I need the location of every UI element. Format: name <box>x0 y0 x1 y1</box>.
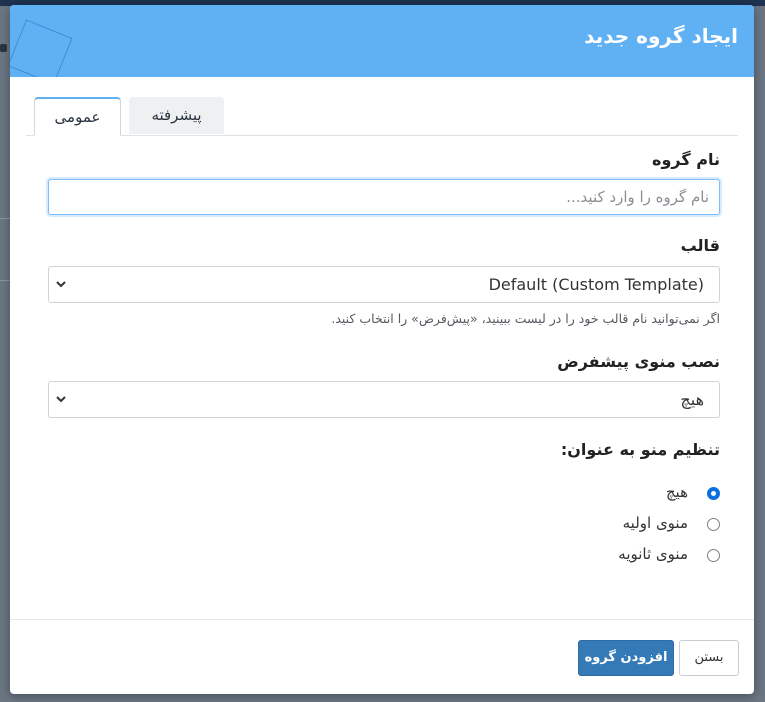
header-decoration <box>10 19 73 77</box>
radio-option-secondary-menu[interactable]: منوی ثانویه <box>590 545 720 565</box>
chevron-down-icon <box>56 396 66 403</box>
default-menu-select[interactable]: هیچ <box>48 381 720 418</box>
backdrop-icon <box>0 44 7 52</box>
template-label: قالب <box>680 236 720 255</box>
radio-button-none[interactable] <box>707 487 720 500</box>
radio-button-primary-menu[interactable] <box>707 518 720 531</box>
template-selected-value: Default (Custom Template) <box>488 275 704 294</box>
chevron-down-icon <box>56 281 66 288</box>
radio-option-none[interactable]: هیچ <box>590 483 720 503</box>
tab-general[interactable]: عمومی <box>34 97 121 136</box>
close-button[interactable]: بستن <box>679 640 739 676</box>
template-select[interactable]: Default (Custom Template) <box>48 266 720 303</box>
modal-header: ایجاد گروه جدید <box>10 5 754 77</box>
radio-option-primary-menu[interactable]: منوی اولیه <box>590 514 720 534</box>
template-help-text: اگر نمی‌توانید نام قالب خود را در لیست ب… <box>331 311 720 326</box>
radio-label-secondary-menu: منوی ثانویه <box>618 545 688 563</box>
radio-label-none: هیچ <box>665 483 688 501</box>
modal-title: ایجاد گروه جدید <box>584 24 738 48</box>
create-group-modal: ایجاد گروه جدید عمومی پیشرفته نام گروه ق… <box>10 5 754 694</box>
modal-footer: بستن افزودن گروه <box>10 619 754 694</box>
default-menu-label: نصب منوی پیشفرض <box>557 352 720 371</box>
group-name-input[interactable] <box>48 179 720 215</box>
radio-button-secondary-menu[interactable] <box>707 549 720 562</box>
default-menu-selected-value: هیچ <box>680 390 704 409</box>
tab-bar: عمومی پیشرفته <box>26 97 738 136</box>
menu-as-label: تنظیم منو به عنوان: <box>560 440 720 459</box>
tab-advanced[interactable]: پیشرفته <box>129 97 224 134</box>
radio-label-primary-menu: منوی اولیه <box>622 514 688 532</box>
add-group-button[interactable]: افزودن گروه <box>578 640 674 676</box>
group-name-label: نام گروه <box>652 150 720 169</box>
